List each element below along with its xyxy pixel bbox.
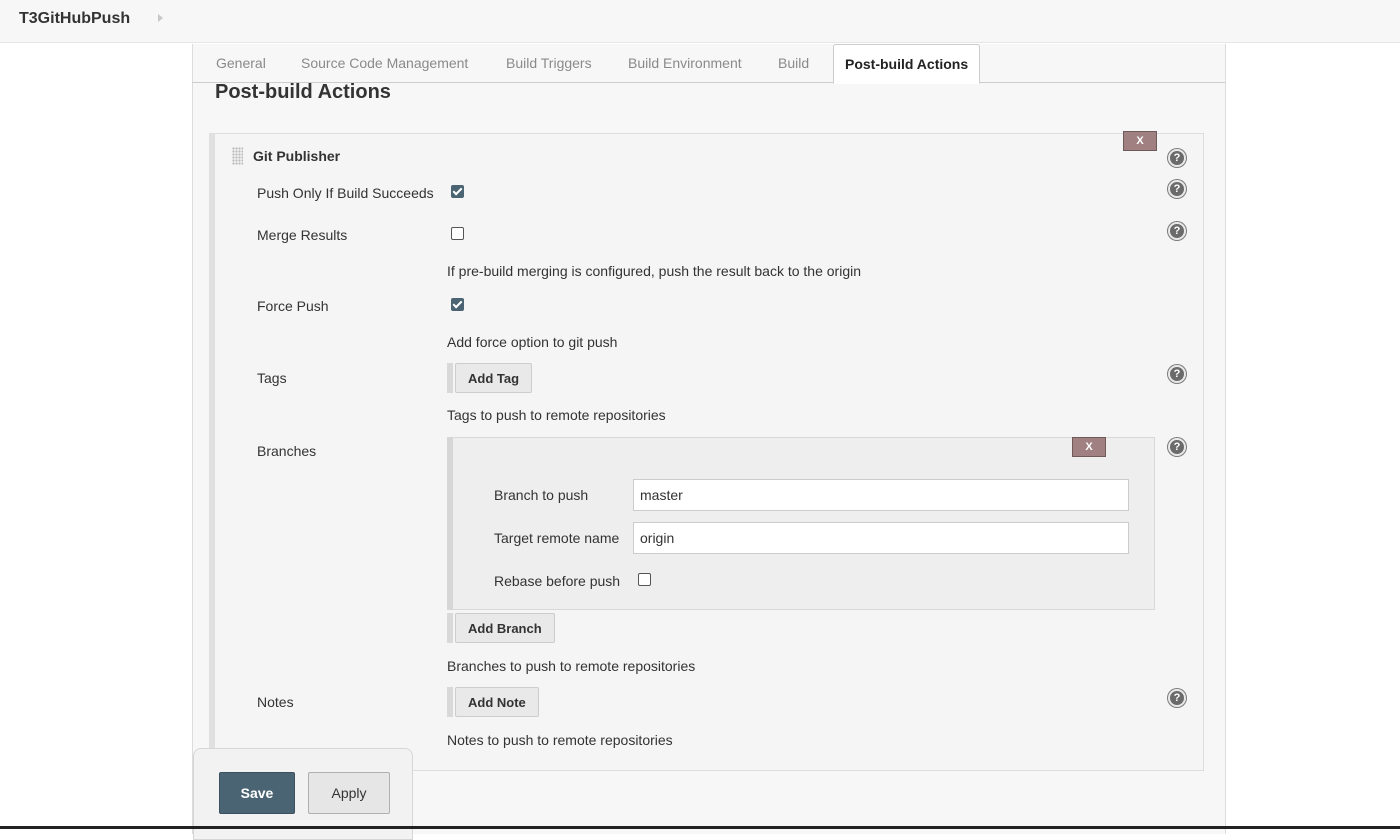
delete-branch-button[interactable]: X bbox=[1072, 437, 1106, 457]
help-icon[interactable]: ? bbox=[1168, 149, 1186, 167]
git-publisher-title: Git Publisher bbox=[253, 148, 341, 164]
tab-source-code-management[interactable]: Source Code Management bbox=[301, 55, 468, 71]
tab-bar: General Source Code Management Build Tri… bbox=[192, 44, 1225, 84]
branch-entry-stripe bbox=[447, 437, 453, 610]
chevron-right-icon[interactable] bbox=[158, 14, 163, 22]
help-icon[interactable]: ? bbox=[1168, 365, 1186, 383]
force-push-checkbox[interactable] bbox=[451, 298, 464, 311]
apply-button[interactable]: Apply bbox=[308, 772, 390, 814]
save-button[interactable]: Save bbox=[219, 772, 295, 814]
branches-label: Branches bbox=[257, 443, 317, 459]
target-remote-name-input[interactable]: origin bbox=[633, 522, 1129, 554]
add-tag-stripe bbox=[447, 363, 453, 393]
rebase-before-push-label: Rebase before push bbox=[494, 573, 621, 589]
add-note-stripe bbox=[447, 687, 453, 717]
tags-label: Tags bbox=[257, 370, 287, 386]
target-remote-name-label: Target remote name bbox=[494, 530, 620, 546]
git-publisher-stripe bbox=[209, 133, 215, 771]
notes-label: Notes bbox=[257, 694, 294, 710]
force-push-label: Force Push bbox=[257, 298, 329, 314]
help-icon[interactable]: ? bbox=[1168, 689, 1186, 707]
breadcrumb-job-link[interactable]: T3GitHubPush bbox=[19, 10, 130, 28]
add-tag-button[interactable]: Add Tag bbox=[455, 363, 533, 393]
tab-post-build-actions[interactable]: Post-build Actions bbox=[833, 44, 981, 84]
tab-build[interactable]: Build bbox=[778, 55, 809, 71]
help-icon[interactable]: ? bbox=[1168, 438, 1186, 456]
add-branch-stripe bbox=[447, 613, 453, 643]
force-push-description: Add force option to git push bbox=[447, 334, 618, 350]
merge-results-label: Merge Results bbox=[257, 227, 348, 243]
tab-build-triggers[interactable]: Build Triggers bbox=[506, 55, 592, 71]
tab-build-environment[interactable]: Build Environment bbox=[628, 55, 742, 71]
branch-to-push-input[interactable]: master bbox=[633, 479, 1129, 511]
tags-description: Tags to push to remote repositories bbox=[447, 407, 666, 423]
add-branch-button[interactable]: Add Branch bbox=[455, 613, 555, 643]
help-icon[interactable]: ? bbox=[1168, 222, 1186, 240]
branches-description: Branches to push to remote repositories bbox=[447, 658, 696, 674]
push-only-if-success-checkbox[interactable] bbox=[451, 185, 464, 198]
drag-handle-icon[interactable] bbox=[232, 147, 243, 165]
push-only-if-success-label: Push Only If Build Succeeds bbox=[257, 185, 434, 201]
rebase-before-push-checkbox[interactable] bbox=[638, 573, 651, 586]
section-title: Post-build Actions bbox=[215, 81, 391, 103]
branch-to-push-label: Branch to push bbox=[494, 487, 589, 503]
merge-results-checkbox[interactable] bbox=[451, 227, 464, 240]
tab-general[interactable]: General bbox=[216, 55, 266, 71]
add-note-button[interactable]: Add Note bbox=[455, 687, 539, 717]
help-icon[interactable]: ? bbox=[1168, 180, 1186, 198]
notes-description: Notes to push to remote repositories bbox=[447, 732, 673, 748]
breadcrumb-bar: T3GitHubPush bbox=[0, 0, 1400, 43]
merge-results-description: If pre-build merging is configured, push… bbox=[447, 263, 862, 279]
delete-publisher-button[interactable]: X bbox=[1123, 131, 1157, 151]
